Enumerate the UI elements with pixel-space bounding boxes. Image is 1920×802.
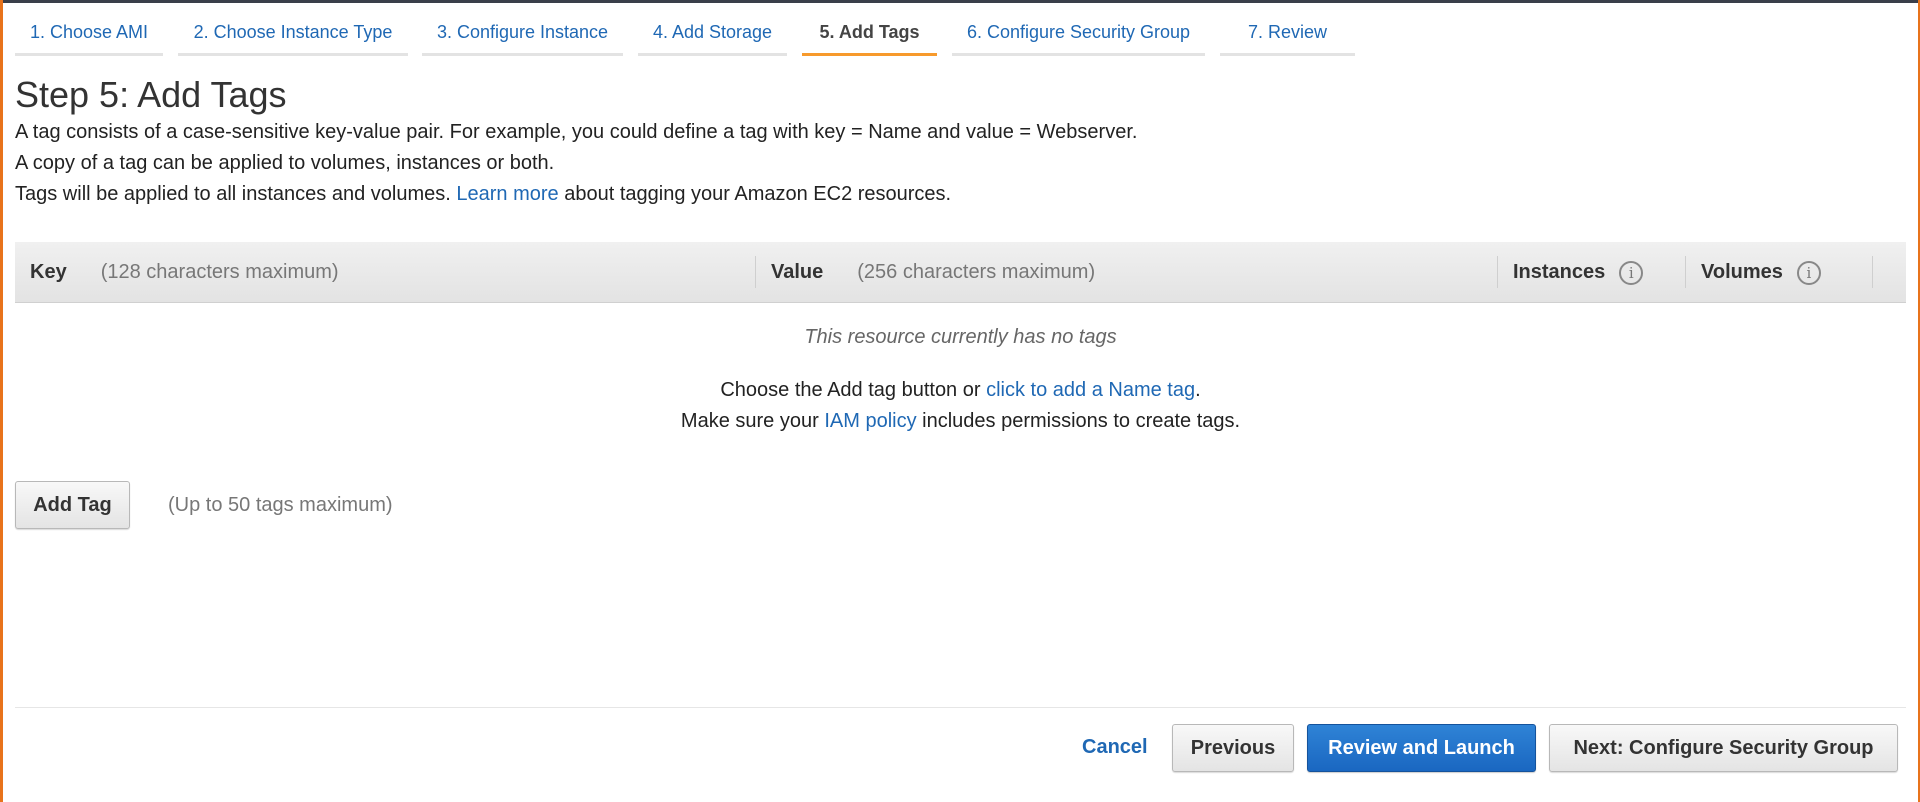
instances-info-icon[interactable]: i [1619,260,1644,285]
empty-state-period: . [1195,379,1201,401]
description-line-3-suffix: about tagging your Amazon EC2 resources. [564,183,952,205]
add-name-tag-link[interactable]: click to add a Name tag [986,379,1195,401]
window-left-border [0,0,3,802]
add-tag-limit-hint: (Up to 50 tags maximum) [168,494,393,516]
step-configure-instance[interactable]: 3. Configure Instance [422,12,623,56]
step-configure-security-group[interactable]: 6. Configure Security Group [952,12,1205,56]
empty-state-line-2-suffix: includes permissions to create tags. [922,410,1241,432]
description-line-3: Tags will be applied to all instances an… [15,183,951,206]
previous-button[interactable]: Previous [1172,724,1294,772]
instances-column-header: Instances i [1513,242,1644,302]
volumes-column-label: Volumes [1701,261,1783,283]
empty-state-line-1-text: Choose the Add tag button or [720,379,981,401]
instances-column-label: Instances [1513,261,1606,283]
add-tag-button[interactable]: Add Tag [15,481,130,529]
column-divider [1685,256,1686,288]
step-add-tags[interactable]: 5. Add Tags [802,12,937,56]
page-title: Step 5: Add Tags [15,74,287,115]
description-line-2: A copy of a tag can be applied to volume… [15,152,555,174]
key-column-header: Key (128 characters maximum) [30,242,339,302]
tags-table-header: Key (128 characters maximum) Value (256 ch… [15,242,1906,303]
step-add-storage[interactable]: 4. Add Storage [638,12,787,56]
key-column-hint: (128 characters maximum) [100,261,339,283]
column-divider [755,256,756,288]
next-configure-security-group-button[interactable]: Next: Configure Security Group [1549,724,1898,772]
step-choose-ami[interactable]: 1. Choose AMI [15,12,163,56]
volumes-column-header: Volumes i [1701,242,1821,302]
step-choose-instance-type[interactable]: 2. Choose Instance Type [178,12,408,56]
iam-policy-link[interactable]: IAM policy [824,410,916,432]
key-column-label: Key [30,261,67,283]
window-top-border [0,0,1920,3]
value-column-label: Value [771,261,824,283]
column-divider [1497,256,1498,288]
volumes-info-icon[interactable]: i [1796,260,1821,285]
learn-more-link[interactable]: Learn more [456,183,558,205]
value-column-hint: (256 characters maximum) [857,261,1096,283]
empty-state-message: This resource currently has no tags [804,326,1117,348]
value-column-header: Value (256 characters maximum) [771,242,1095,302]
step-review[interactable]: 7. Review [1220,12,1355,56]
empty-state-line-2: Make sure your IAM policy includes permi… [15,410,1906,433]
footer-divider [15,707,1906,708]
empty-state-line-1: Choose the Add tag button or click to ad… [15,379,1906,402]
description-line-1: A tag consists of a case-sensitive key-v… [15,121,1138,143]
cancel-button[interactable]: Cancel [1082,736,1148,759]
empty-state-line-2-text: Make sure your [680,410,819,432]
description-line-3-text: Tags will be applied to all instances an… [15,183,451,205]
review-and-launch-button[interactable]: Review and Launch [1307,724,1536,772]
column-divider [1872,256,1873,288]
